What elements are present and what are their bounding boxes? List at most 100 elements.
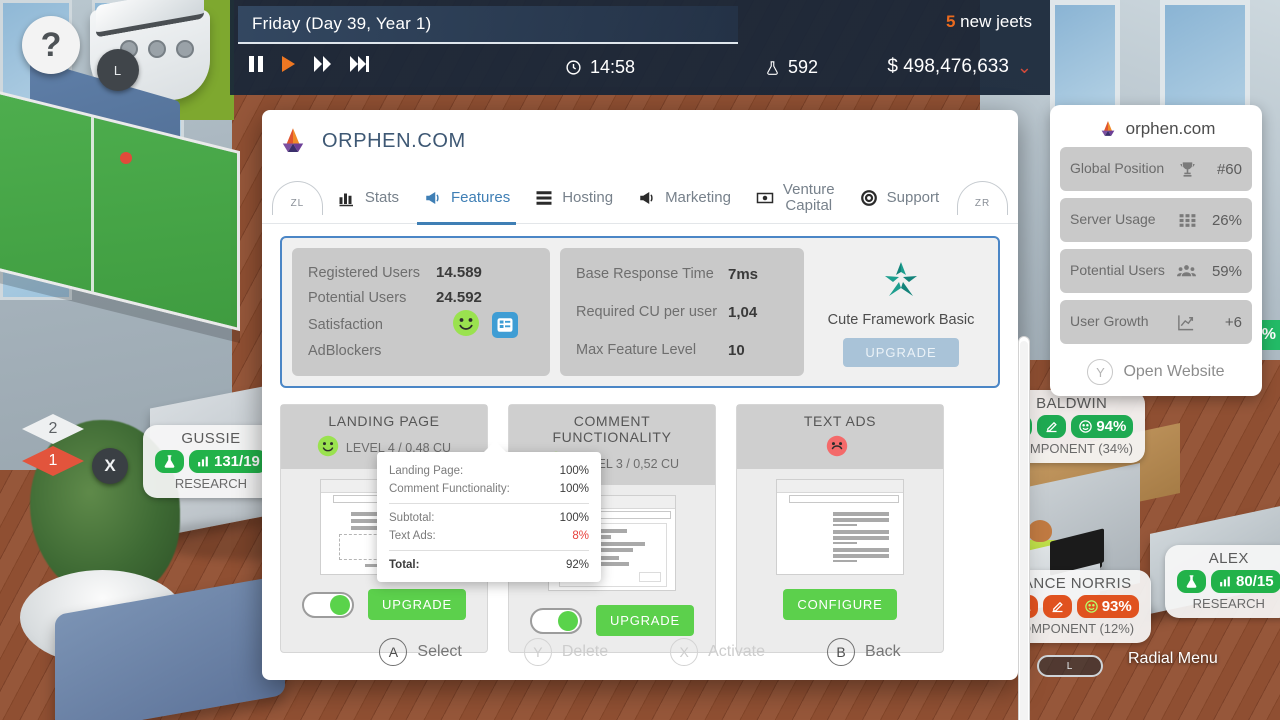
stat-label: Base Response Time: [576, 266, 728, 282]
skip-forward-icon[interactable]: [349, 55, 370, 78]
coffee-knob: [148, 40, 166, 58]
lifebuoy-icon: [859, 189, 879, 207]
thumbnail-line: [833, 530, 889, 534]
research-value: 592: [788, 57, 818, 78]
stat-required-cu: Required CU per user 1,04: [576, 298, 788, 326]
stat-satisfaction: Satisfaction: [308, 311, 534, 339]
employee-pills: 80/15: [1177, 570, 1280, 593]
framework-block: Cute Framework Basic UPGRADE: [814, 248, 988, 376]
sidepanel-value: 59%: [1204, 263, 1242, 280]
tooltip-divider: [389, 550, 589, 551]
trophy-icon: [1178, 160, 1197, 179]
toggle-knob: [330, 595, 350, 615]
server-icon: [534, 189, 554, 207]
new-jeets-label: new jeets: [960, 12, 1032, 31]
radial-menu-key[interactable]: L: [1037, 655, 1103, 677]
footer-button-activate: X Activate: [670, 638, 765, 666]
stat-label: Satisfaction: [308, 317, 436, 333]
key-badge: A: [379, 638, 407, 666]
tooltip-row-total: Total: 92%: [389, 556, 589, 574]
tab-label: Features: [451, 190, 510, 206]
feature-toggle[interactable]: [302, 592, 354, 618]
key-badge: Y: [524, 638, 552, 666]
research-points: 592: [765, 57, 818, 78]
stat-potential-users: Potential Users 24.592: [308, 285, 534, 310]
tooltip-value: 100%: [560, 465, 589, 477]
stat-value: 14.589: [436, 264, 482, 281]
chevron-down-icon[interactable]: ⌄: [1017, 57, 1032, 78]
footer-button-select[interactable]: A Select: [379, 638, 461, 666]
edit-icon: [1043, 595, 1072, 618]
feature-mood-icon: [826, 435, 848, 460]
employee-task: RESEARCH: [1177, 596, 1280, 611]
x-key-badge[interactable]: X: [92, 448, 128, 484]
sidepanel-value: 26%: [1204, 212, 1242, 229]
stat-base-response-time: Base Response Time 7ms: [576, 260, 788, 288]
stat-label: Registered Users: [308, 265, 436, 281]
thumbnail-line: [833, 554, 889, 558]
flask-icon: [765, 59, 780, 77]
stat-value: 1,04: [728, 304, 757, 321]
feature-meta: [743, 435, 937, 460]
tab-stats[interactable]: Stats: [327, 172, 409, 224]
thumbnail-line: [833, 524, 857, 526]
employee-card-alex[interactable]: ALEX 80/15 RESEARCH: [1165, 545, 1280, 618]
tab-features[interactable]: Features: [413, 172, 520, 224]
modal-scrollbar[interactable]: [1018, 336, 1030, 720]
help-icon[interactable]: ?: [22, 16, 80, 74]
new-jeets-count: 5: [946, 12, 955, 31]
shoulder-button-zl[interactable]: ZL: [272, 181, 323, 215]
money-display[interactable]: $ 498,476,633 ⌄: [887, 56, 1032, 78]
modal-header: ORPHEN.COM: [262, 110, 1018, 172]
sidepanel-footer[interactable]: Y Open Website: [1060, 351, 1252, 388]
feature-card-text-ads[interactable]: TEXT ADS: [736, 404, 944, 653]
pause-icon[interactable]: [248, 55, 264, 78]
fast-forward-icon[interactable]: [313, 55, 333, 78]
footer-button-delete: Y Delete: [524, 638, 608, 666]
tooltip-row-subtotal: Subtotal: 100%: [389, 509, 589, 527]
thumbnail-line: [833, 536, 889, 540]
tooltip-key: Total:: [389, 559, 419, 571]
scrollbar-thumb[interactable]: [1020, 341, 1028, 720]
satisfaction-details-icon[interactable]: [492, 312, 518, 338]
tooltip-row: Landing Page: 100%: [389, 462, 589, 480]
key-badge: X: [670, 638, 698, 666]
sidepanel-header: orphen.com: [1060, 115, 1252, 147]
banknote-icon: [755, 189, 775, 207]
tab-support[interactable]: Support: [849, 172, 950, 224]
employee-mood-value: 94%: [1096, 418, 1126, 435]
orphen-logo-icon: [276, 126, 310, 156]
l-key-badge[interactable]: L: [97, 49, 139, 91]
feature-title: TEXT ADS: [743, 413, 937, 429]
feature-upgrade-button[interactable]: UPGRADE: [368, 589, 466, 620]
thumbnail-line: [833, 542, 857, 544]
tooltip-value: 100%: [560, 512, 589, 524]
stat-value: 10: [728, 342, 745, 359]
tab-marketing[interactable]: Marketing: [627, 172, 741, 224]
feature-thumbnail: [776, 479, 904, 575]
satisfaction-smiley-icon: [452, 309, 480, 341]
employee-mood: 93%: [1077, 595, 1139, 618]
feature-configure-button[interactable]: CONFIGURE: [783, 589, 896, 620]
tab-venture-capital[interactable]: Venture Capital: [745, 172, 845, 224]
sidepanel-label: Global Position: [1070, 161, 1171, 176]
footer-button-back[interactable]: B Back: [827, 638, 901, 666]
footer-label: Select: [417, 643, 461, 661]
website-overview-panel: orphen.com Global Position #60 Server Us…: [1050, 105, 1262, 396]
coffee-knob: [176, 40, 194, 58]
play-icon[interactable]: [280, 55, 297, 78]
tooltip-value: 100%: [560, 483, 589, 495]
employee-card-gussie[interactable]: GUSSIE 131/19 RESEARCH: [143, 425, 279, 498]
new-jeets-indicator[interactable]: 5 new jeets: [946, 12, 1032, 32]
thumbnail-line: [833, 512, 889, 516]
stats-block-middle: Base Response Time 7ms Required CU per u…: [560, 248, 804, 376]
framework-name: Cute Framework Basic: [828, 312, 975, 328]
tab-bar: ZL Stats Features Hosting Marketing: [262, 172, 1018, 224]
sidepanel-label: Server Usage: [1070, 212, 1171, 227]
tab-hosting[interactable]: Hosting: [524, 172, 623, 224]
feature-mood-icon: [317, 435, 339, 460]
employee-pills: 131/19: [155, 450, 267, 473]
game-date: Friday (Day 39, Year 1): [238, 6, 738, 44]
shoulder-button-zr[interactable]: ZR: [957, 181, 1008, 215]
framework-upgrade-button[interactable]: UPGRADE: [843, 338, 958, 367]
